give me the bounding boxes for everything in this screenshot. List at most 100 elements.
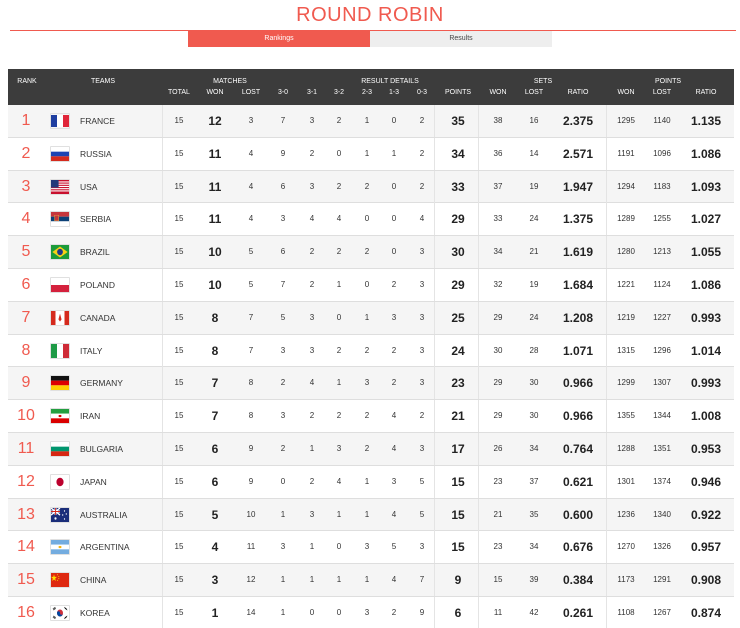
table-row: 3 USA 15 11 4 6 3 2 2 0 2 33 37 19 1.947 1294 1183 1.093 (8, 170, 734, 204)
lost-cell: 7 (248, 312, 254, 322)
flag-canada-icon (50, 309, 70, 326)
result-3-2-cell: 0 (336, 312, 342, 322)
points-lost-cell: 1213 (653, 247, 671, 257)
flag-serbia-icon (50, 211, 70, 228)
result-3-0-cell: 2 (280, 378, 286, 388)
points-lost-cell: 1255 (653, 214, 671, 224)
column-separator (478, 268, 479, 301)
result-2-3-cell: 1 (364, 148, 370, 158)
team-name: RUSSIA (80, 148, 112, 159)
result-3-2-cell: 4 (336, 214, 342, 224)
column-separator (606, 465, 607, 498)
sets-won-cell: 37 (493, 181, 503, 191)
result-3-1-cell: 3 (309, 509, 315, 519)
sets-lost-cell: 24 (529, 214, 539, 224)
points-cell: 15 (451, 540, 465, 555)
sets-ratio-cell: 1.684 (562, 277, 594, 292)
points-cell: 29 (451, 277, 465, 292)
result-3-2-cell: 1 (336, 378, 342, 388)
header-3-2: 3-2 (333, 89, 345, 96)
team-name: ARGENTINA (80, 542, 130, 553)
column-separator (478, 105, 479, 137)
result-1-3-cell: 0 (391, 247, 397, 257)
sets-lost-cell: 19 (529, 181, 539, 191)
points-won-cell: 1236 (617, 509, 635, 519)
result-3-1-cell: 2 (309, 411, 315, 421)
total-cell: 15 (174, 345, 184, 355)
page-title: ROUND ROBIN (296, 4, 444, 26)
header-3-1: 3-1 (306, 89, 318, 96)
won-cell: 7 (211, 409, 219, 424)
table-row: 8 ITALY 15 8 7 3 3 2 2 2 3 24 30 28 1.071 1315 1296 1.014 (8, 334, 734, 368)
header-matches-won: WON (206, 89, 224, 96)
won-cell: 1 (211, 605, 219, 620)
table-row: 13 AUSTRALIA 15 5 10 1 3 1 1 4 5 15 21 35 0.600 1236 134… (8, 498, 734, 532)
points-cell: 29 (451, 212, 465, 227)
column-separator (478, 531, 479, 564)
table-row: 10 IRAN 15 7 8 3 2 2 2 4 2 21 29 30 0.966 1355 1344 1.008 (8, 400, 734, 433)
points-cell: 21 (451, 409, 465, 424)
rank-cell: 6 (21, 275, 31, 293)
points-won-cell: 1219 (617, 312, 635, 322)
column-separator (162, 400, 163, 433)
points-lost-cell: 1307 (653, 378, 671, 388)
result-1-3-cell: 0 (391, 181, 397, 191)
points-cell: 35 (451, 114, 465, 128)
points-won-cell: 1299 (617, 378, 635, 388)
total-cell: 15 (174, 509, 184, 519)
rank-cell: 7 (21, 308, 31, 326)
column-separator (162, 301, 163, 334)
points-lost-cell: 1096 (653, 148, 671, 158)
tab-results[interactable]: Results (370, 31, 552, 47)
result-1-3-cell: 4 (391, 575, 397, 585)
header-matches-lost: LOST (241, 89, 261, 96)
result-3-2-cell: 3 (336, 443, 342, 453)
lost-cell: 8 (248, 411, 254, 421)
won-cell: 6 (211, 441, 219, 456)
total-cell: 15 (174, 378, 184, 388)
column-separator (606, 268, 607, 301)
table-row: 12 JAPAN 15 6 9 0 2 4 1 3 5 15 23 37 0.621 1301 1374 0.94… (8, 465, 734, 499)
sets-lost-cell: 28 (529, 345, 539, 355)
sets-ratio-cell: 0.600 (562, 507, 594, 522)
result-3-0-cell: 7 (280, 279, 286, 289)
result-2-3-cell: 3 (364, 542, 370, 552)
result-3-2-cell: 1 (336, 279, 342, 289)
table-header: RANK TEAMS MATCHES RESULT DETAILS SETS P… (8, 69, 734, 105)
result-3-1-cell: 2 (309, 247, 315, 257)
column-separator (162, 531, 163, 564)
column-separator (606, 367, 607, 400)
points-won-cell: 1355 (617, 411, 635, 421)
points-ratio-cell: 0.993 (690, 310, 722, 325)
result-1-3-cell: 5 (391, 542, 397, 552)
sets-ratio-cell: 2.571 (562, 146, 594, 161)
points-won-cell: 1294 (617, 181, 635, 191)
table-row: 4 SERBIA 15 11 4 3 4 4 0 0 4 29 33 24 1.375 1289 1255 1.0… (8, 203, 734, 237)
header-total: TOTAL (168, 89, 190, 96)
sets-lost-cell: 39 (529, 575, 539, 585)
tab-rankings[interactable]: Rankings (188, 31, 370, 47)
result-3-0-cell: 7 (280, 116, 286, 125)
won-cell: 6 (211, 474, 219, 489)
result-3-1-cell: 3 (309, 345, 315, 355)
result-0-3-cell: 3 (419, 378, 425, 388)
result-2-3-cell: 1 (364, 476, 370, 486)
total-cell: 15 (174, 443, 184, 453)
flag-france-icon (50, 113, 70, 129)
points-ratio-cell: 0.993 (690, 376, 722, 391)
points-ratio-cell: 1.014 (690, 343, 722, 358)
table-row: 16 KOREA 15 1 14 1 0 0 3 2 9 6 11 42 0.261 1108 1267 0.87… (8, 596, 734, 628)
points-lost-cell: 1140 (653, 116, 671, 125)
result-3-1-cell: 2 (309, 476, 315, 486)
rank-cell: 10 (17, 407, 35, 425)
points-ratio-cell: 1.093 (690, 179, 722, 194)
won-cell: 8 (211, 343, 219, 358)
header-points: POINTS (654, 78, 682, 85)
total-cell: 15 (174, 148, 184, 158)
sets-lost-cell: 34 (529, 542, 539, 552)
sets-ratio-cell: 0.261 (562, 605, 594, 620)
result-3-1-cell: 2 (309, 279, 315, 289)
total-cell: 15 (174, 542, 184, 552)
points-lost-cell: 1326 (653, 542, 671, 552)
won-cell: 11 (208, 179, 222, 194)
